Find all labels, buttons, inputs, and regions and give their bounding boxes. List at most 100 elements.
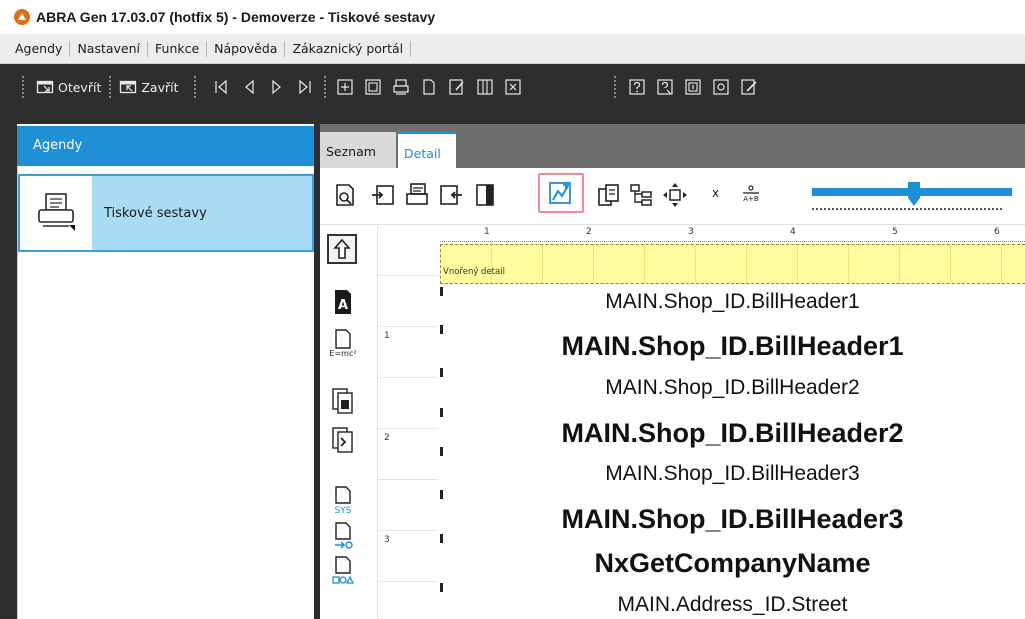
menu-napoveda[interactable]: Nápověda: [207, 40, 286, 57]
band-gridline: [695, 245, 696, 283]
report-field[interactable]: MAIN.Shop_ID.BillHeader1: [440, 290, 1025, 314]
component-palette: A E=mc² SYS: [320, 225, 378, 619]
tab-detail[interactable]: Detail: [398, 132, 456, 168]
close-button[interactable]: Zavřít: [117, 76, 180, 98]
print-band-icon[interactable]: [404, 182, 430, 208]
info-button[interactable]: [682, 76, 704, 98]
close-label: Zavřít: [141, 79, 179, 95]
tab-seznam-label: Seznam: [326, 144, 376, 159]
band-gridline: [746, 245, 747, 283]
field-anchor-tick: [440, 447, 443, 456]
zoom-slider-thumb[interactable]: [906, 181, 922, 207]
new-record-button[interactable]: [334, 76, 356, 98]
first-record-button[interactable]: [210, 76, 232, 98]
menu-zakaznicky-portal[interactable]: Zákaznický portál: [285, 40, 412, 57]
report-field[interactable]: MAIN.Shop_ID.BillHeader2: [440, 376, 1025, 400]
report-field[interactable]: MAIN.Shop_ID.BillHeader1: [440, 331, 1025, 362]
ruler-gridline: [378, 275, 438, 276]
sub-report-tool-icon[interactable]: [330, 521, 356, 551]
move-arrows-icon[interactable]: [662, 182, 688, 208]
menu-agendy[interactable]: Agendy: [8, 40, 71, 57]
context-help-button[interactable]: [654, 76, 676, 98]
last-record-icon: [296, 78, 314, 96]
report-designer-toolbar: x A+B: [320, 168, 1025, 225]
system-data-tool-icon[interactable]: SYS: [330, 485, 356, 516]
document-button[interactable]: [418, 76, 440, 98]
agenda-list: Tiskové sestavy: [17, 166, 314, 619]
delete-button[interactable]: [502, 76, 524, 98]
report-field[interactable]: MAIN.Shop_ID.BillHeader3: [440, 462, 1025, 486]
report-field[interactable]: MAIN.Shop_ID.BillHeader3: [440, 504, 1025, 535]
shape-tool-icon[interactable]: [330, 555, 356, 585]
close-window-icon: [119, 78, 137, 96]
page-band-icon[interactable]: [472, 182, 498, 208]
band-gridline: [593, 245, 594, 283]
settings-icon: [712, 78, 730, 96]
tab-seznam[interactable]: Seznam: [320, 132, 396, 168]
agendy-header: Agendy: [17, 126, 314, 166]
print-button[interactable]: [390, 76, 412, 98]
svg-text:A: A: [338, 298, 348, 313]
edit-icon: [448, 78, 466, 96]
settings-button[interactable]: [710, 76, 732, 98]
info-icon: [684, 78, 702, 96]
toolbar-separator: [22, 76, 24, 98]
ruler-gridline: [378, 479, 438, 480]
main-toolbar: Otevřít Zavřít: [0, 64, 1025, 124]
customize-icon: [740, 78, 758, 96]
printer-icon: [35, 191, 77, 236]
report-field[interactable]: NxGetCompanyName: [440, 548, 1025, 579]
tab-detail-label: Detail: [404, 146, 441, 161]
last-record-button[interactable]: [294, 76, 316, 98]
menu-bar: Agendy Nastavení Funkce Nápověda Zákazni…: [0, 34, 1025, 64]
formula-icon[interactable]: A+B: [738, 182, 764, 208]
copy-pages-icon[interactable]: [596, 182, 622, 208]
ruler-gridline: [378, 581, 438, 582]
report-field[interactable]: MAIN.Shop_ID.BillHeader2: [440, 418, 1025, 449]
menu-nastaveni[interactable]: Nastavení: [70, 40, 149, 57]
window-title: ABRA Gen 17.03.07 (hotfix 5) - Demoverze…: [36, 9, 436, 25]
insert-band-right-icon[interactable]: [370, 182, 396, 208]
db-text-tool-icon[interactable]: [330, 385, 356, 415]
remove-label[interactable]: x: [712, 186, 738, 212]
document-icon: [420, 78, 438, 96]
customize-button[interactable]: [738, 76, 760, 98]
menu-funkce[interactable]: Funkce: [148, 40, 208, 57]
active-tool-highlight: [538, 173, 584, 213]
context-help-icon: [656, 78, 674, 96]
band-gridline: [542, 245, 543, 283]
agenda-icon-box: [20, 176, 92, 250]
band-gridline: [1001, 245, 1002, 283]
band-label: Vnořený detail: [443, 267, 505, 277]
tree-structure-icon[interactable]: [628, 182, 654, 208]
agenda-item-label: Tiskové sestavy: [104, 205, 207, 221]
abra-logo-icon: [14, 9, 30, 25]
print-icon: [392, 78, 410, 96]
ruler-number: 3: [688, 227, 694, 237]
svg-text:SYS: SYS: [335, 506, 352, 515]
field-anchor-tick: [440, 408, 443, 417]
band-gridline: [848, 245, 849, 283]
help-button[interactable]: [626, 76, 648, 98]
previous-record-button[interactable]: [238, 76, 260, 98]
edit-button[interactable]: [446, 76, 468, 98]
db-image-tool-icon[interactable]: [330, 424, 356, 454]
svg-text:A+B: A+B: [743, 195, 759, 203]
insert-band-left-icon[interactable]: [438, 182, 464, 208]
label-tool-icon[interactable]: A: [330, 287, 356, 317]
agenda-item-tiskove-sestavy[interactable]: Tiskové sestavy: [18, 174, 314, 252]
toolbar-separator: [194, 76, 197, 98]
next-record-button[interactable]: [266, 76, 288, 98]
ruler-number: 2: [586, 227, 592, 237]
columns-button[interactable]: [474, 76, 496, 98]
vertical-ruler-number: 2: [384, 433, 390, 443]
open-button[interactable]: Otevřít: [34, 76, 103, 98]
left-frame: [0, 124, 17, 619]
nested-detail-band[interactable]: Vnořený detail: [440, 244, 1025, 284]
vertical-ruler-number: 3: [384, 535, 390, 545]
copy-record-button[interactable]: [362, 76, 384, 98]
report-field[interactable]: MAIN.Address_ID.Street: [440, 593, 1025, 617]
pointer-tool[interactable]: [327, 234, 357, 264]
expression-tool-icon[interactable]: E=mc²: [329, 328, 357, 358]
page-preview-icon[interactable]: [332, 182, 358, 208]
